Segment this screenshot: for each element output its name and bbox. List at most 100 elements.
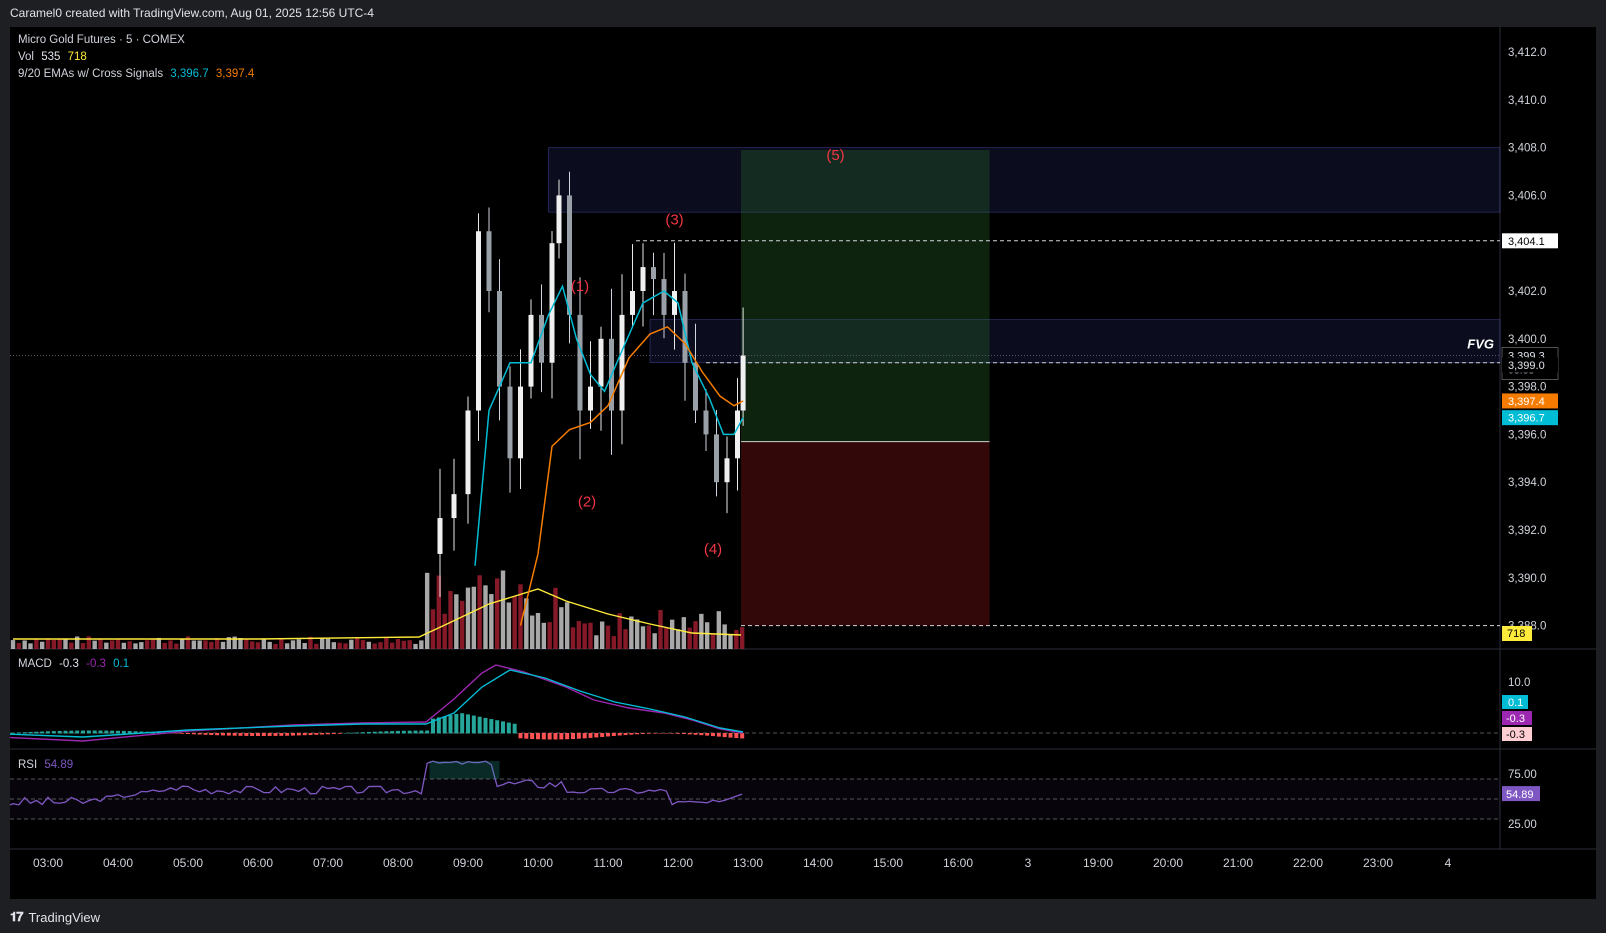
macd-hist-bar [98, 730, 103, 734]
macd-hist-tag: -0.3 [1506, 729, 1525, 741]
volume-bar [51, 640, 57, 649]
macd-hist-bar [693, 733, 698, 735]
macd-hist-bar [606, 733, 610, 737]
price-tick: 3,412.0 [1508, 47, 1546, 59]
macd-hist-bar [489, 719, 494, 734]
volume-bar [605, 625, 611, 649]
macd-hist-bar [331, 733, 336, 735]
volume-bar [127, 641, 132, 649]
rsi-legend[interactable]: RSI 54.89 [18, 759, 77, 771]
macd-hist-bar [261, 733, 266, 736]
chart-canvas[interactable]: (1) (2) (3) (4) (5) FVG 3,412.0 3,410.0 3,408.0 3… [0, 27, 1596, 899]
macd-hist-bar [681, 733, 686, 735]
volume-bar [267, 641, 272, 649]
time-label: 19:00 [1083, 856, 1113, 870]
macd-hist-bar [466, 714, 470, 734]
macd-hist-bar [425, 730, 430, 734]
chart-frame[interactable]: (1) (2) (3) (4) (5) FVG 3,412.0 3,410.0 3,408.0 3… [0, 27, 1596, 899]
macd-hist-bar [238, 733, 243, 736]
macd-hist-bar [541, 733, 546, 740]
macd-hist-bar [250, 733, 255, 736]
volume-bar [384, 637, 389, 649]
macd-hist-bar [518, 733, 523, 739]
volume-bar [284, 643, 290, 649]
candle-body [714, 434, 719, 483]
macd-signal-tag: 0.1 [1508, 697, 1523, 709]
volume-bar [115, 639, 121, 649]
volume-bar [424, 572, 430, 649]
macd-hist-bar [221, 733, 225, 736]
macd-hist-bar [232, 733, 237, 736]
macd-hist-bar [69, 730, 74, 734]
macd-hist-bar [349, 732, 354, 734]
macd-hist-bar [296, 733, 301, 736]
candle-body [518, 386, 523, 459]
candle-body [661, 279, 667, 315]
macd-hist-bar [576, 733, 581, 739]
macd-hist-bar [448, 715, 453, 734]
price-tick: 3,390.0 [1508, 573, 1546, 585]
symbol-legend[interactable]: Micro Gold Futures · 5 · COMEX [18, 34, 189, 46]
volume-bar [45, 638, 51, 649]
volume-bar [611, 636, 617, 649]
time-label: 07:00 [313, 856, 343, 870]
macd-hist-bar [734, 733, 739, 739]
time-label: 22:00 [1293, 856, 1323, 870]
volume-bar [570, 627, 576, 649]
candle-body [577, 314, 583, 411]
macd-value-1: -0.3 [59, 658, 79, 670]
rsi-tick-25: 25.00 [1508, 819, 1537, 831]
volume-bar [512, 596, 517, 649]
rsi-value: 54.89 [44, 759, 74, 771]
time-label: 14:00 [803, 856, 833, 870]
volume-bar [121, 642, 127, 649]
wave-label-3: (3) [665, 211, 683, 228]
time-label: 09:00 [453, 856, 483, 870]
volume-bar [664, 628, 669, 649]
macd-hist-bar [676, 733, 680, 734]
macd-line [0, 664, 744, 742]
volume-bar [582, 623, 587, 649]
volume-bar [640, 626, 646, 649]
volume-bar [57, 638, 62, 649]
time-label: 13:00 [733, 856, 763, 870]
volume-bar [325, 638, 331, 649]
macd-hist-bar [565, 733, 570, 740]
volume-bar [220, 641, 226, 649]
macd-hist-bar [401, 730, 406, 734]
macd-hist-bar [460, 713, 465, 734]
time-label: 12:00 [663, 856, 693, 870]
macd-hist-bar [413, 730, 418, 734]
macd-hist-bar [28, 731, 33, 734]
price-tick: 3,410.0 [1508, 95, 1546, 107]
macd-hist-bar [670, 733, 675, 734]
macd-hist-bar [279, 733, 284, 736]
candle-body [588, 386, 593, 411]
macd-hist-bar [256, 733, 260, 736]
volume-bar [652, 633, 657, 649]
macd-hist-bar [454, 713, 459, 734]
ema-legend[interactable]: 9/20 EMAs w/ Cross Signals 3,396.7 3,397… [18, 68, 258, 80]
candle-body [465, 410, 471, 495]
volume-bar [28, 643, 33, 649]
volume-bar [372, 643, 377, 649]
volume-bar [588, 622, 593, 649]
volume-bar [739, 627, 745, 649]
volume-bar [617, 613, 622, 649]
macd-legend[interactable]: MACD -0.3 -0.3 0.1 [18, 658, 133, 670]
brand-name: TradingView [28, 909, 101, 925]
volume-bar [104, 642, 109, 649]
tradingview-footer[interactable]: 𝟏𝟕 TradingView [10, 904, 100, 930]
macd-hist-bar [34, 731, 39, 734]
volume-bar [80, 643, 86, 649]
candle-body [497, 291, 502, 387]
macd-hist-bar [571, 733, 575, 740]
volume-legend[interactable]: Vol 535 718 [18, 51, 91, 63]
candle-body [476, 231, 481, 411]
ema-slow-line [519, 325, 744, 626]
volume-bar [459, 600, 465, 649]
macd-hist-bar [407, 730, 412, 734]
volume-bar [535, 612, 541, 649]
wave-label-2: (2) [578, 493, 596, 510]
volume-bar [564, 602, 570, 649]
